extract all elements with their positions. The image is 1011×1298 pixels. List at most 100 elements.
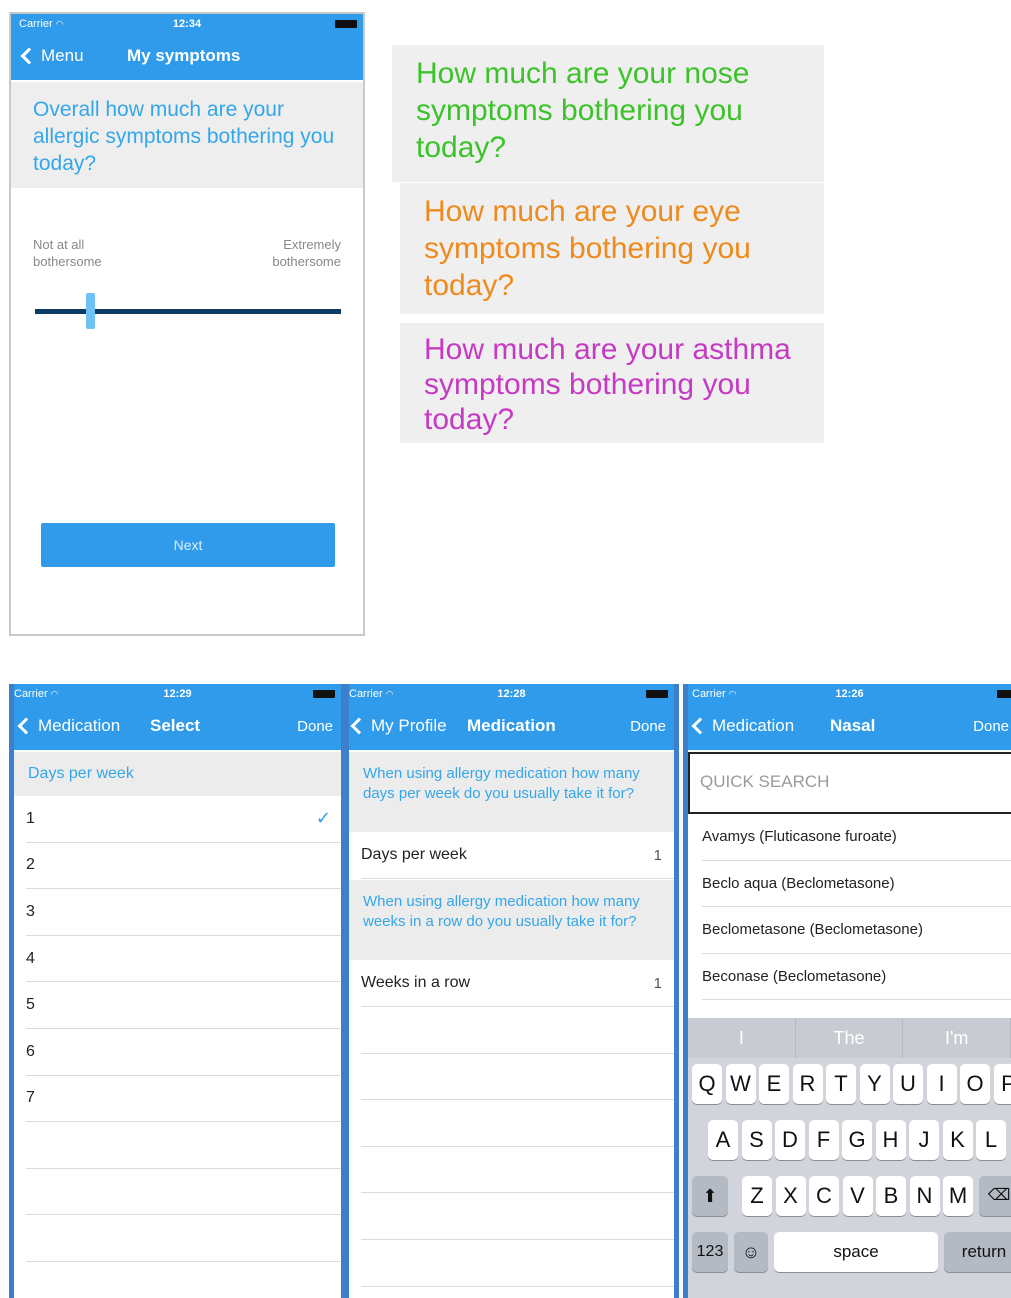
result-row[interactable]: Beconase (Beclometasone) xyxy=(702,954,1011,1001)
key-r[interactable]: R xyxy=(792,1064,823,1104)
nav-bar: Menu My symptoms xyxy=(11,34,363,80)
key-h[interactable]: H xyxy=(875,1120,906,1160)
result-row[interactable]: Beclo aqua (Beclometasone) xyxy=(702,861,1011,908)
key-z[interactable]: Z xyxy=(742,1176,772,1216)
key-v[interactable]: V xyxy=(842,1176,873,1216)
key-p[interactable]: P xyxy=(993,1064,1011,1104)
back-button[interactable]: My Profile xyxy=(349,716,447,736)
done-button[interactable]: Done xyxy=(297,718,333,735)
back-label: Medication xyxy=(38,716,121,735)
suggestion[interactable]: I xyxy=(688,1018,796,1058)
key-g[interactable]: G xyxy=(842,1120,872,1160)
key-b[interactable]: B xyxy=(876,1176,906,1216)
key-d[interactable]: D xyxy=(775,1120,805,1160)
key-j[interactable]: J xyxy=(909,1120,939,1160)
back-button[interactable]: Medication xyxy=(16,716,120,736)
key-a[interactable]: A xyxy=(708,1120,738,1160)
empty-row xyxy=(361,1007,674,1054)
weeks-in-a-row-row[interactable]: Weeks in a row 1 xyxy=(361,960,674,1007)
days-label: Days per week xyxy=(361,846,467,863)
suggestion[interactable]: The xyxy=(796,1018,904,1058)
empty-row xyxy=(26,1122,341,1169)
nav-bar: Medication Nasal Done xyxy=(688,704,1011,750)
slider-min-line2: bothersome xyxy=(33,254,102,269)
key-c[interactable]: C xyxy=(809,1176,839,1216)
nav-bar: My Profile Medication Done xyxy=(349,704,674,750)
days-per-week-row[interactable]: Days per week 1 xyxy=(361,832,674,879)
empty-row xyxy=(26,1215,341,1262)
done-button[interactable]: Done xyxy=(973,718,1009,735)
status-bar: Carrier ◠ 12:28 xyxy=(349,684,674,704)
key-s[interactable]: S xyxy=(741,1120,772,1160)
key-q[interactable]: Q xyxy=(692,1064,722,1104)
key-u[interactable]: U xyxy=(893,1064,923,1104)
key-y[interactable]: Y xyxy=(859,1064,890,1104)
battery-icon xyxy=(335,20,357,28)
empty-row xyxy=(361,1147,674,1194)
weeks-value: 1 xyxy=(653,974,662,992)
done-button[interactable]: Done xyxy=(630,718,666,735)
option-row[interactable]: 5 xyxy=(26,982,341,1029)
chevron-left-icon xyxy=(20,47,38,65)
status-time: 12:34 xyxy=(172,18,202,30)
chevron-left-icon xyxy=(350,717,368,735)
result-row[interactable]: Avamys (Fluticasone furoate) xyxy=(702,814,1011,861)
option-row[interactable]: 2 xyxy=(26,843,341,890)
key-n[interactable]: N xyxy=(909,1176,940,1216)
option-row[interactable]: 1 ✓ xyxy=(26,796,341,843)
option-label: 2 xyxy=(26,856,35,874)
key-x[interactable]: X xyxy=(775,1176,806,1216)
key-e[interactable]: E xyxy=(759,1064,789,1104)
nose-question-card: How much are your nose symptoms botherin… xyxy=(392,45,824,182)
emoji-key-icon[interactable]: ☺ xyxy=(734,1232,768,1272)
slider-max-line2: bothersome xyxy=(272,254,341,269)
suggestion[interactable]: I'm xyxy=(903,1018,1011,1058)
numbers-key[interactable]: 123 xyxy=(692,1232,728,1272)
option-label: 7 xyxy=(26,1089,35,1107)
return-key[interactable]: return xyxy=(944,1232,1011,1272)
slider-max-line1: Extremely xyxy=(283,237,341,252)
asthma-question-card: How much are your asthma symptoms bother… xyxy=(400,323,824,443)
back-button[interactable]: Menu xyxy=(19,46,84,66)
key-l[interactable]: L xyxy=(976,1120,1006,1160)
slider-thumb[interactable] xyxy=(86,293,96,329)
battery-icon xyxy=(997,690,1011,698)
option-row[interactable]: 4 xyxy=(26,936,341,983)
delete-key-icon[interactable]: ⌫ xyxy=(979,1176,1011,1216)
result-row[interactable]: Beclometasone (Beclometasone) xyxy=(702,907,1011,954)
key-k[interactable]: K xyxy=(942,1120,973,1160)
back-label: Medication xyxy=(712,716,795,735)
shift-key-icon[interactable]: ⬆ xyxy=(692,1176,728,1216)
option-row[interactable]: 3 xyxy=(26,889,341,936)
empty-row xyxy=(361,1100,674,1147)
space-key[interactable]: space xyxy=(774,1232,938,1272)
weeks-label: Weeks in a row xyxy=(361,974,471,991)
option-row[interactable]: 6 xyxy=(26,1029,341,1076)
back-label: Menu xyxy=(41,46,84,65)
suggestion-bar: I The I'm xyxy=(688,1018,1011,1058)
next-button[interactable]: Next xyxy=(41,523,335,567)
key-i[interactable]: I xyxy=(926,1064,957,1104)
key-m[interactable]: M xyxy=(943,1176,973,1216)
status-bar: Carrier ◠ 12:34 xyxy=(11,14,363,34)
weeks-question-header: When using allergy medication how many w… xyxy=(349,880,674,960)
key-t[interactable]: T xyxy=(826,1064,856,1104)
battery-icon xyxy=(313,690,335,698)
question-text: Overall how much are your allergic sympt… xyxy=(11,82,363,188)
option-row[interactable]: 7 xyxy=(26,1076,341,1123)
page-title: Medication xyxy=(467,716,556,735)
key-f[interactable]: F xyxy=(808,1120,839,1160)
search-input[interactable]: QUICK SEARCH xyxy=(688,752,1011,814)
battery-icon xyxy=(646,690,668,698)
back-button[interactable]: Medication xyxy=(690,716,794,736)
key-w[interactable]: W xyxy=(725,1064,756,1104)
status-bar: Carrier ◠ 12:29 xyxy=(14,684,341,704)
empty-row xyxy=(361,1193,674,1240)
option-label: 4 xyxy=(26,949,35,967)
key-o[interactable]: O xyxy=(960,1064,990,1104)
empty-row xyxy=(361,1240,674,1287)
back-label: My Profile xyxy=(371,716,447,735)
days-value: 1 xyxy=(653,846,662,864)
keyboard: I The I'm QWERTYUIOP ASDFGHJKL ZXCVBNM ⬆… xyxy=(688,1018,1011,1298)
slider-track[interactable] xyxy=(35,309,341,314)
